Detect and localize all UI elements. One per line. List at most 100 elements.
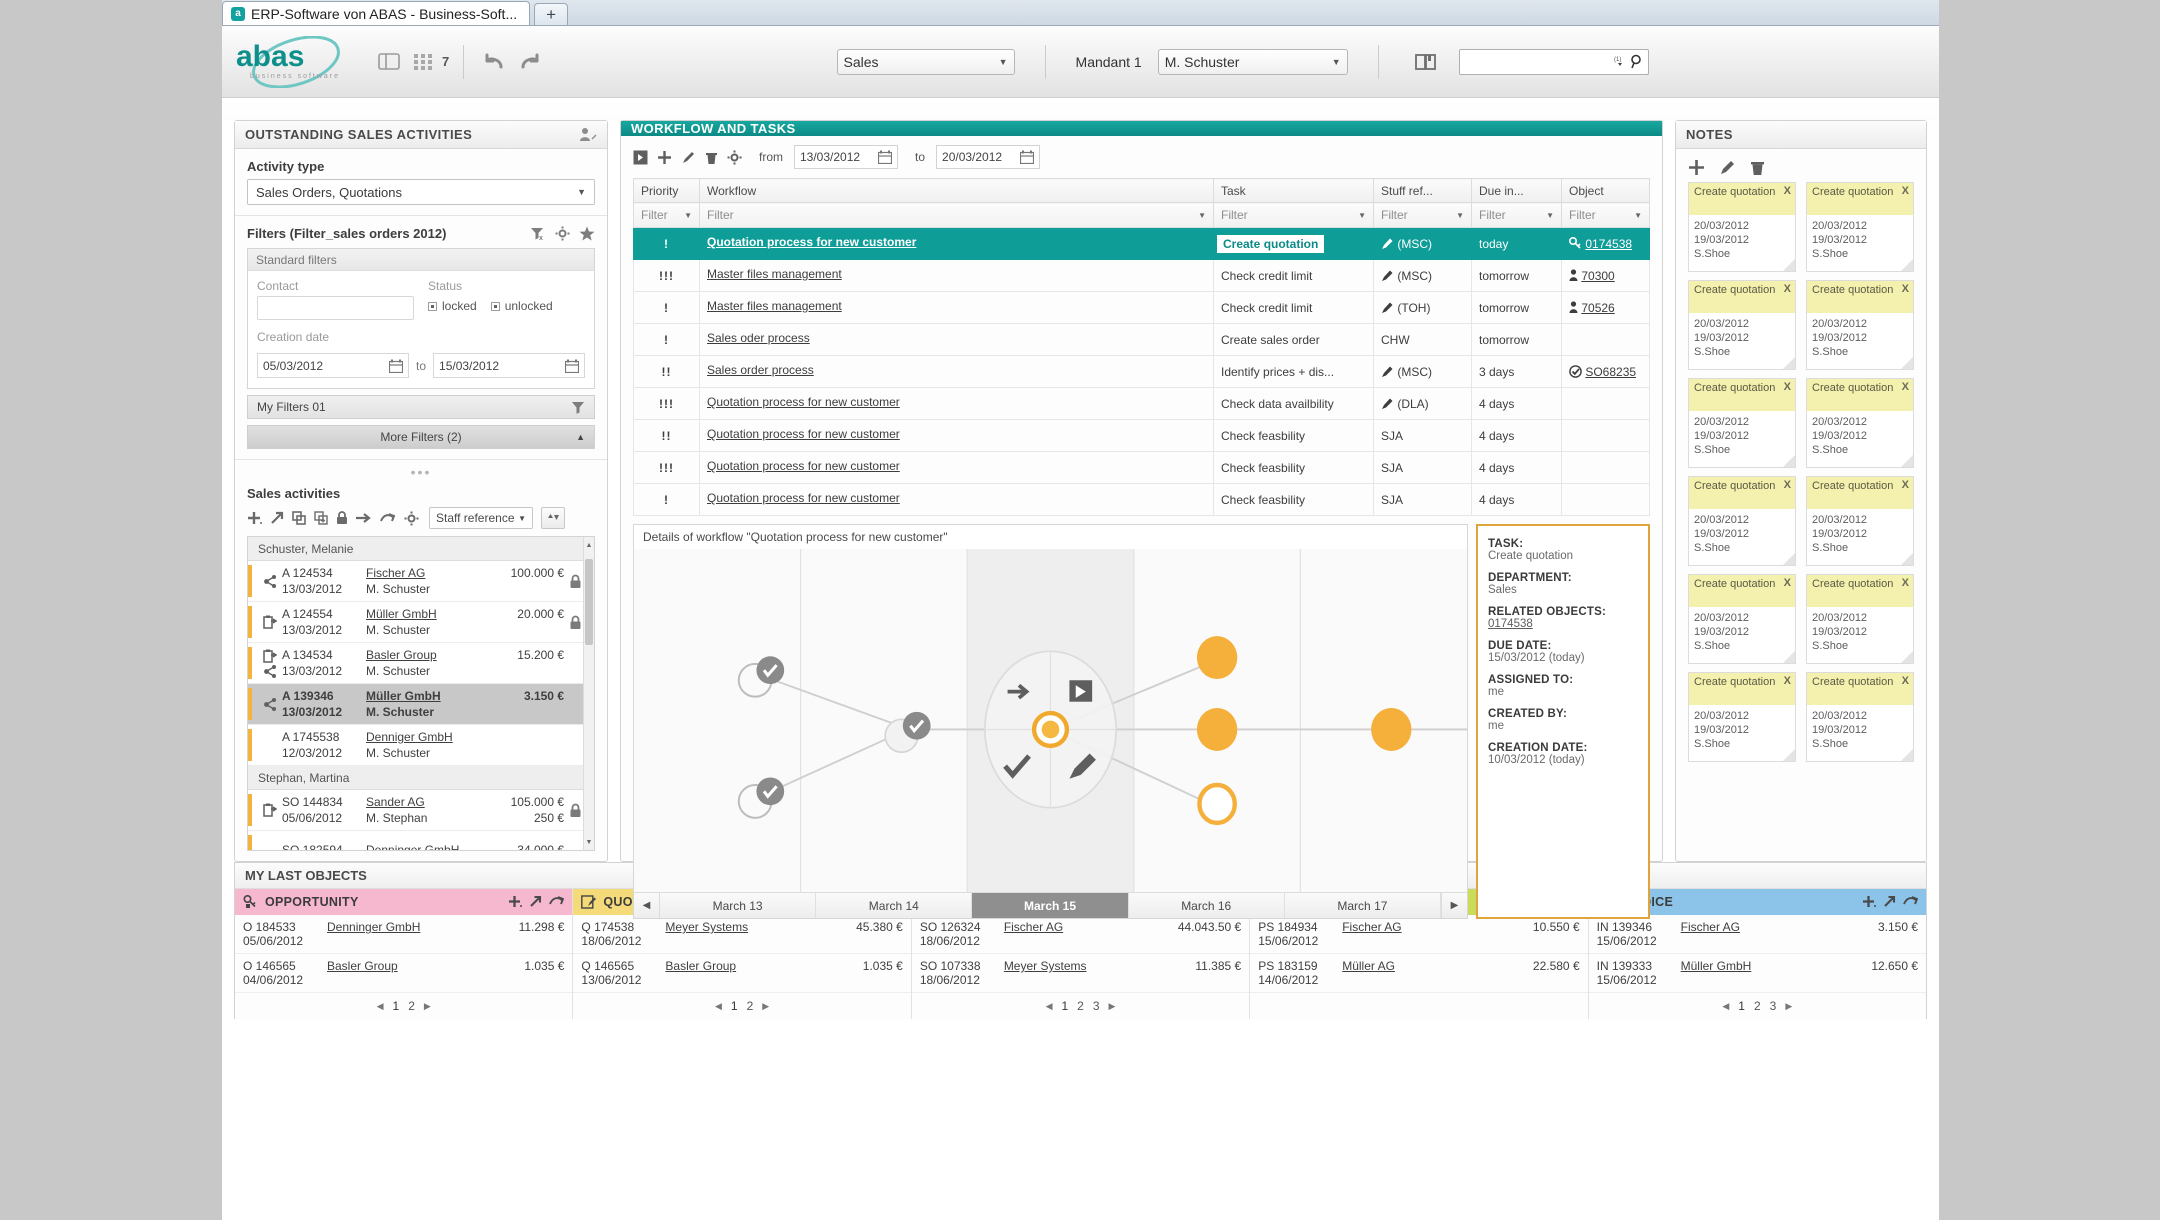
row-object[interactable]: 70300 [1562, 260, 1650, 292]
page-number[interactable]: 2 [1754, 999, 1761, 1013]
close-icon[interactable]: X [1902, 283, 1909, 296]
row-task[interactable]: Check credit limit [1214, 292, 1374, 324]
book-icon[interactable] [1409, 47, 1443, 77]
object-link[interactable]: SO68235 [1585, 365, 1636, 379]
chevron-left-icon[interactable]: ◀ [634, 893, 660, 918]
sales-activity-row[interactable]: SO 144834Sander AG105.000 €05/06/2012M. … [248, 790, 594, 831]
page-next-icon[interactable]: ▶ [424, 1001, 431, 1012]
activity-customer[interactable]: Fischer AG [366, 565, 484, 581]
close-icon[interactable]: X [1902, 479, 1909, 492]
workflow-column-filter[interactable]: Filter▼ [1562, 203, 1650, 228]
timeline-day[interactable]: March 17 [1285, 893, 1441, 918]
sales-activities-list[interactable]: Schuster, MelanieA 124534Fischer AG100.0… [247, 536, 595, 851]
workflow-name[interactable]: Quotation process for new customer [707, 459, 1206, 473]
panel-resize-handle[interactable]: ••• [235, 460, 607, 482]
close-icon[interactable]: X [1784, 283, 1791, 296]
plus-icon[interactable] [1688, 159, 1705, 176]
note-card[interactable]: Create quotationX20/03/201219/03/2012S.S… [1688, 280, 1796, 370]
note-card[interactable]: Create quotationX20/03/201219/03/2012S.S… [1688, 476, 1796, 566]
calendar-icon[interactable] [389, 359, 403, 373]
note-card[interactable]: Create quotationX20/03/201219/03/2012S.S… [1806, 672, 1914, 762]
sales-activity-row[interactable]: A 134534Basler Group15.200 €13/03/2012M.… [248, 643, 594, 684]
star-icon[interactable] [579, 226, 595, 241]
activity-customer[interactable]: Müller GmbH [366, 688, 484, 704]
workflow-name[interactable]: Sales oder process [707, 331, 1206, 345]
object-customer[interactable]: Denninger GmbH [327, 920, 480, 934]
calendar-icon[interactable] [565, 359, 579, 373]
object-customer[interactable]: Fischer AG [1681, 920, 1834, 934]
page-number[interactable]: 3 [1770, 999, 1777, 1013]
row-workflow[interactable]: Sales oder process [700, 324, 1214, 356]
new-tab-button[interactable]: + [534, 3, 568, 25]
row-workflow[interactable]: Quotation process for new customer [700, 388, 1214, 420]
staff-reference-select[interactable]: Staff reference ▼ [429, 507, 533, 529]
workflow-column-header[interactable]: Workflow [700, 179, 1214, 203]
note-card[interactable]: Create quotationX20/03/201219/03/2012S.S… [1806, 476, 1914, 566]
page-prev-icon[interactable]: ◀ [715, 1001, 722, 1012]
workflow-column-header[interactable]: Due in... [1472, 179, 1562, 203]
filter-clear-icon[interactable]: x [530, 226, 546, 241]
row-workflow[interactable]: Sales order process [700, 356, 1214, 388]
workflow-from-input[interactable]: 13/03/2012 [794, 145, 898, 169]
workflow-column-header[interactable]: Priority [634, 179, 700, 203]
workflow-table-row[interactable]: !Quotation process for new customerCreat… [634, 228, 1650, 260]
redo-icon[interactable] [512, 47, 546, 77]
sales-activity-row[interactable]: A 124554Müller GmbH20.000 €13/03/2012M. … [248, 602, 594, 643]
activity-customer[interactable]: Denninger GmbH [366, 842, 484, 852]
row-task[interactable]: Check feasbility [1214, 484, 1374, 516]
arrow-curve-icon[interactable] [380, 512, 396, 524]
object-customer[interactable]: Müller GmbH [1681, 959, 1834, 973]
status-radio-unlocked[interactable]: unlocked [491, 299, 553, 313]
sales-activity-row[interactable]: SO 182594Denninger GmbH34.000 € [248, 831, 594, 851]
note-card[interactable]: Create quotationX20/03/201219/03/2012S.S… [1806, 182, 1914, 272]
panel-layout-icon[interactable] [372, 47, 406, 77]
undo-icon[interactable] [478, 47, 512, 77]
note-card[interactable]: Create quotationX20/03/201219/03/2012S.S… [1688, 672, 1796, 762]
funnel-icon[interactable] [571, 401, 585, 414]
row-task[interactable]: Check feasbility [1214, 452, 1374, 484]
chevron-right-icon[interactable]: ▶ [1441, 893, 1467, 918]
page-number[interactable]: 2 [408, 999, 415, 1013]
row-workflow[interactable]: Master files management [700, 260, 1214, 292]
arrow-out-icon[interactable] [270, 511, 284, 525]
workflow-diagram-canvas[interactable] [634, 549, 1467, 892]
gear-icon[interactable] [404, 511, 419, 526]
workflow-name[interactable]: Master files management [707, 299, 1206, 313]
note-card[interactable]: Create quotationX20/03/201219/03/2012S.S… [1688, 378, 1796, 468]
sales-activities-scrollbar[interactable]: ▲ ▼ [583, 537, 594, 850]
workflow-column-filter[interactable]: Filter▼ [1374, 203, 1472, 228]
last-object-row[interactable]: O 146565Basler Group1.035 €04/06/2012 [235, 954, 572, 993]
close-icon[interactable]: X [1784, 479, 1791, 492]
user-select[interactable]: M. Schuster ▼ [1158, 49, 1348, 75]
contact-input[interactable] [257, 296, 414, 320]
workflow-column-header[interactable]: Object [1562, 179, 1650, 203]
workflow-column-filter[interactable]: Filter▼ [1214, 203, 1374, 228]
close-icon[interactable]: X [1784, 185, 1791, 198]
edit-icon[interactable] [1719, 159, 1736, 176]
sales-activity-row[interactable]: A 1745538Denniger GmbH12/03/2012M. Schus… [248, 725, 594, 766]
workflow-name[interactable]: Quotation process for new customer [707, 235, 1206, 249]
arrow-out-icon[interactable] [1883, 895, 1896, 909]
object-customer[interactable]: Müller AG [1342, 959, 1495, 973]
row-workflow[interactable]: Quotation process for new customer [700, 484, 1214, 516]
row-task[interactable]: Identify prices + dis... [1214, 356, 1374, 388]
note-card[interactable]: Create quotationX20/03/201219/03/2012S.S… [1688, 182, 1796, 272]
page-number[interactable]: 2 [1077, 999, 1084, 1013]
arrow-right-icon[interactable] [356, 512, 372, 524]
row-object[interactable] [1562, 420, 1650, 452]
workflow-to-input[interactable]: 20/03/2012 [936, 145, 1040, 169]
copy-icon[interactable] [292, 511, 306, 525]
creation-date-from-input[interactable]: 05/03/2012 [257, 353, 409, 378]
row-object[interactable] [1562, 452, 1650, 484]
note-card[interactable]: Create quotationX20/03/201219/03/2012S.S… [1806, 280, 1914, 370]
row-object[interactable] [1562, 324, 1650, 356]
object-customer[interactable]: Basler Group [327, 959, 480, 973]
timeline-day[interactable]: March 14 [816, 893, 972, 918]
copy-add-icon[interactable] [314, 511, 328, 525]
note-card[interactable]: Create quotationX20/03/201219/03/2012S.S… [1806, 574, 1914, 664]
workflow-name[interactable]: Quotation process for new customer [707, 491, 1206, 505]
row-task[interactable]: Create sales order [1214, 324, 1374, 356]
workflow-table-row[interactable]: !Master files managementCheck credit lim… [634, 292, 1650, 324]
row-workflow[interactable]: Quotation process for new customer [700, 420, 1214, 452]
user-settings-icon[interactable] [579, 127, 597, 143]
